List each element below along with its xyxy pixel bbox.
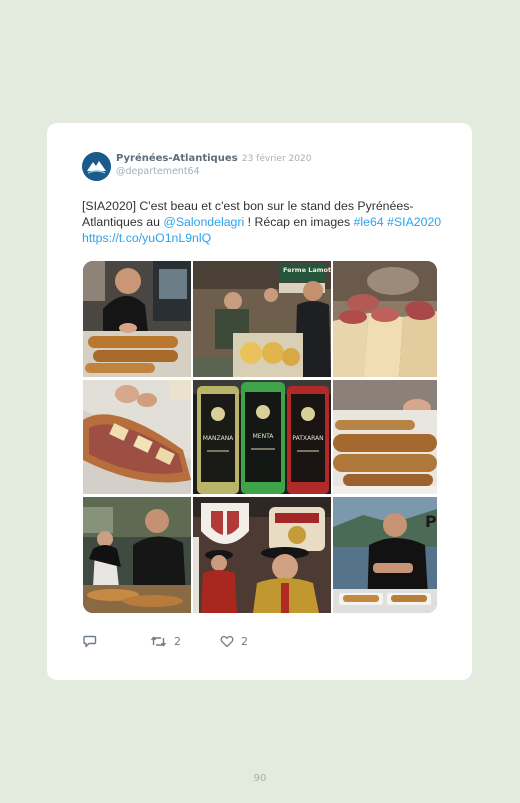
svg-text:P: P	[425, 512, 437, 531]
author-name[interactable]: Pyrénées-Atlantiques	[116, 153, 238, 164]
cheese-stand-sign: Ferme Lamothe	[283, 266, 331, 274]
tweet-text-tail: ! Récap en images	[244, 215, 354, 229]
hashtag-link-le64[interactable]: #le64	[354, 215, 384, 229]
charcuterie-cones-photo[interactable]	[333, 261, 437, 377]
date-separator: ·	[236, 154, 239, 164]
mention-link[interactable]: @Salondelagri	[163, 215, 244, 229]
department-logo-icon	[82, 152, 111, 181]
reply-button[interactable]	[83, 635, 97, 648]
photo-grid: Ferme Lamothe	[83, 261, 437, 613]
bottle-label-3: PATXARAN	[292, 435, 323, 442]
chef-presenting-photo[interactable]: P	[333, 497, 437, 613]
author-avatar[interactable]	[82, 152, 111, 181]
reply-icon	[83, 635, 97, 648]
tweet-actions: 2 2	[83, 635, 443, 651]
chef-slicing-bread-photo[interactable]	[83, 261, 191, 377]
author-handle[interactable]: @departement64	[116, 166, 200, 177]
retweet-count: 2	[174, 635, 181, 648]
bottle-label-1: MANZANA	[203, 435, 234, 442]
tweet-date-line: · 23 février 2020	[236, 154, 311, 164]
confrerie-costumes-photo[interactable]	[193, 497, 331, 613]
sausages-photo[interactable]	[333, 380, 437, 494]
heart-icon	[220, 635, 234, 648]
retweet-button[interactable]: 2	[150, 635, 181, 648]
liqueur-bottles-photo[interactable]: MANZANA MENTA PATXARAN	[193, 380, 331, 494]
cooking-demo-photo[interactable]	[83, 497, 191, 613]
bottle-label-2: MENTA	[253, 433, 275, 440]
tweet-card: Pyrénées-Atlantiques · 23 février 2020 @d…	[47, 123, 472, 680]
hashtag-link-sia2020[interactable]: #SIA2020	[387, 215, 441, 229]
retweet-icon	[150, 636, 167, 647]
like-count: 2	[241, 635, 248, 648]
page-number: 90	[253, 773, 267, 784]
cheese-stand-photo[interactable]: Ferme Lamothe	[193, 261, 331, 377]
tweet-date[interactable]: 23 février 2020	[242, 154, 312, 164]
like-button[interactable]: 2	[220, 635, 248, 648]
tweet-url-link[interactable]: https://t.co/yuO1nL9nlQ	[82, 231, 211, 245]
tweet-text: [SIA2020] C'est beau et c'est bon sur le…	[82, 198, 442, 246]
bread-with-cheese-photo[interactable]	[83, 380, 191, 494]
